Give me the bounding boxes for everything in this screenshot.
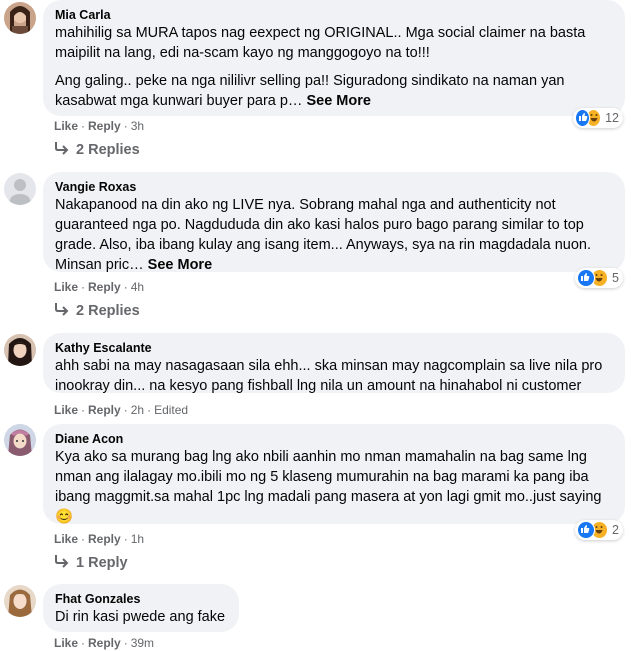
comment-author[interactable]: Diane Acon xyxy=(55,431,613,447)
comment-bubble: Kathy Escalante ahh sabi na may nasagasa… xyxy=(43,333,625,394)
replies-count: 2 Replies xyxy=(76,303,140,319)
like-button[interactable]: Like xyxy=(54,119,78,133)
like-reaction-icon xyxy=(577,269,595,287)
like-button[interactable]: Like xyxy=(54,280,78,294)
like-button[interactable]: Like xyxy=(54,532,78,546)
like-reaction-icon xyxy=(577,521,595,539)
comment-bubble: Vangie Roxas Nakapanood na din ako ng LI… xyxy=(43,172,625,275)
reply-arrow-icon xyxy=(55,555,69,568)
reaction-count: 5 xyxy=(612,271,619,285)
comment-author[interactable]: Vangie Roxas xyxy=(55,179,613,195)
comment-timestamp[interactable]: 3h xyxy=(131,119,144,133)
reaction-summary[interactable]: 12 xyxy=(573,108,623,128)
reply-button[interactable]: Reply xyxy=(88,119,121,133)
avatar[interactable] xyxy=(4,334,36,366)
comment-timestamp[interactable]: 39m xyxy=(131,636,154,650)
like-button[interactable]: Like xyxy=(54,636,78,650)
comment-author[interactable]: Fhat Gonzales xyxy=(55,591,227,607)
comment-text: ahh sabi na may nasagasaan sila ehh... s… xyxy=(55,358,603,394)
view-replies-link[interactable]: 2 Replies xyxy=(54,301,140,321)
comment-text-body: Nakapanood na din ako ng LIVE nya. Sobra… xyxy=(55,197,592,273)
replies-count: 2 Replies xyxy=(76,142,140,158)
comment-actions: Like · Reply · 1h xyxy=(54,532,145,546)
comment-text: Kya ako sa murang bag lng ako nbili aanh… xyxy=(55,449,602,525)
reaction-summary[interactable]: 5 xyxy=(575,268,623,288)
comment-timestamp[interactable]: 2h xyxy=(131,403,144,417)
avatar[interactable] xyxy=(4,585,36,617)
reaction-count: 2 xyxy=(612,523,619,537)
like-reaction-icon xyxy=(575,109,591,127)
comment-actions: Like · Reply · 4h xyxy=(54,280,145,294)
see-more-link[interactable]: See More xyxy=(148,257,212,273)
see-more-link[interactable]: See More xyxy=(306,93,370,109)
reply-button[interactable]: Reply xyxy=(88,403,121,417)
reply-arrow-icon xyxy=(55,303,69,316)
reply-button[interactable]: Reply xyxy=(88,280,121,294)
comment-actions: Like · Reply · 39m xyxy=(54,636,155,650)
comment-timestamp[interactable]: 4h xyxy=(131,280,144,294)
comment-author[interactable]: Mia Carla xyxy=(55,7,613,23)
comment-timestamp[interactable]: 1h xyxy=(131,532,144,546)
comment-actions: Like · Reply · 3h xyxy=(54,119,145,133)
like-button[interactable]: Like xyxy=(54,403,78,417)
reply-button[interactable]: Reply xyxy=(88,636,121,650)
comment-text: Nakapanood na din ako ng LIVE nya. Sobra… xyxy=(55,195,613,275)
edited-label[interactable]: Edited xyxy=(154,403,188,417)
comment-actions: Like · Reply · 2h · Edited xyxy=(54,403,189,417)
avatar[interactable] xyxy=(4,173,36,205)
comment-bubble: Mia Carla mahihilig sa MURA tapos nag ee… xyxy=(43,0,625,116)
avatar[interactable] xyxy=(4,2,36,34)
reply-button[interactable]: Reply xyxy=(88,532,121,546)
comment-author[interactable]: Kathy Escalante xyxy=(55,340,613,356)
comment-bubble: Fhat Gonzales Di rin kasi pwede ang fake xyxy=(43,584,239,632)
reaction-summary[interactable]: 2 xyxy=(575,520,623,540)
avatar[interactable] xyxy=(4,424,36,456)
comment-text: Di rin kasi pwede ang fake xyxy=(55,609,226,625)
comment-bubble: Diane Acon Kya ako sa murang bag lng ako… xyxy=(43,424,625,525)
replies-count: 1 Reply xyxy=(76,555,128,571)
view-replies-link[interactable]: 1 Reply xyxy=(54,553,128,573)
comment-paragraph: mahihilig sa MURA tapos nag eexpect ng O… xyxy=(55,25,586,61)
comment-paragraph: Ang galing.. peke na nga nililivr sellin… xyxy=(55,71,613,111)
reply-arrow-icon xyxy=(55,142,69,155)
view-replies-link[interactable]: 2 Replies xyxy=(54,140,140,160)
reaction-count: 12 xyxy=(605,111,619,125)
comment-text: mahihilig sa MURA tapos nag eexpect ng O… xyxy=(55,23,613,111)
